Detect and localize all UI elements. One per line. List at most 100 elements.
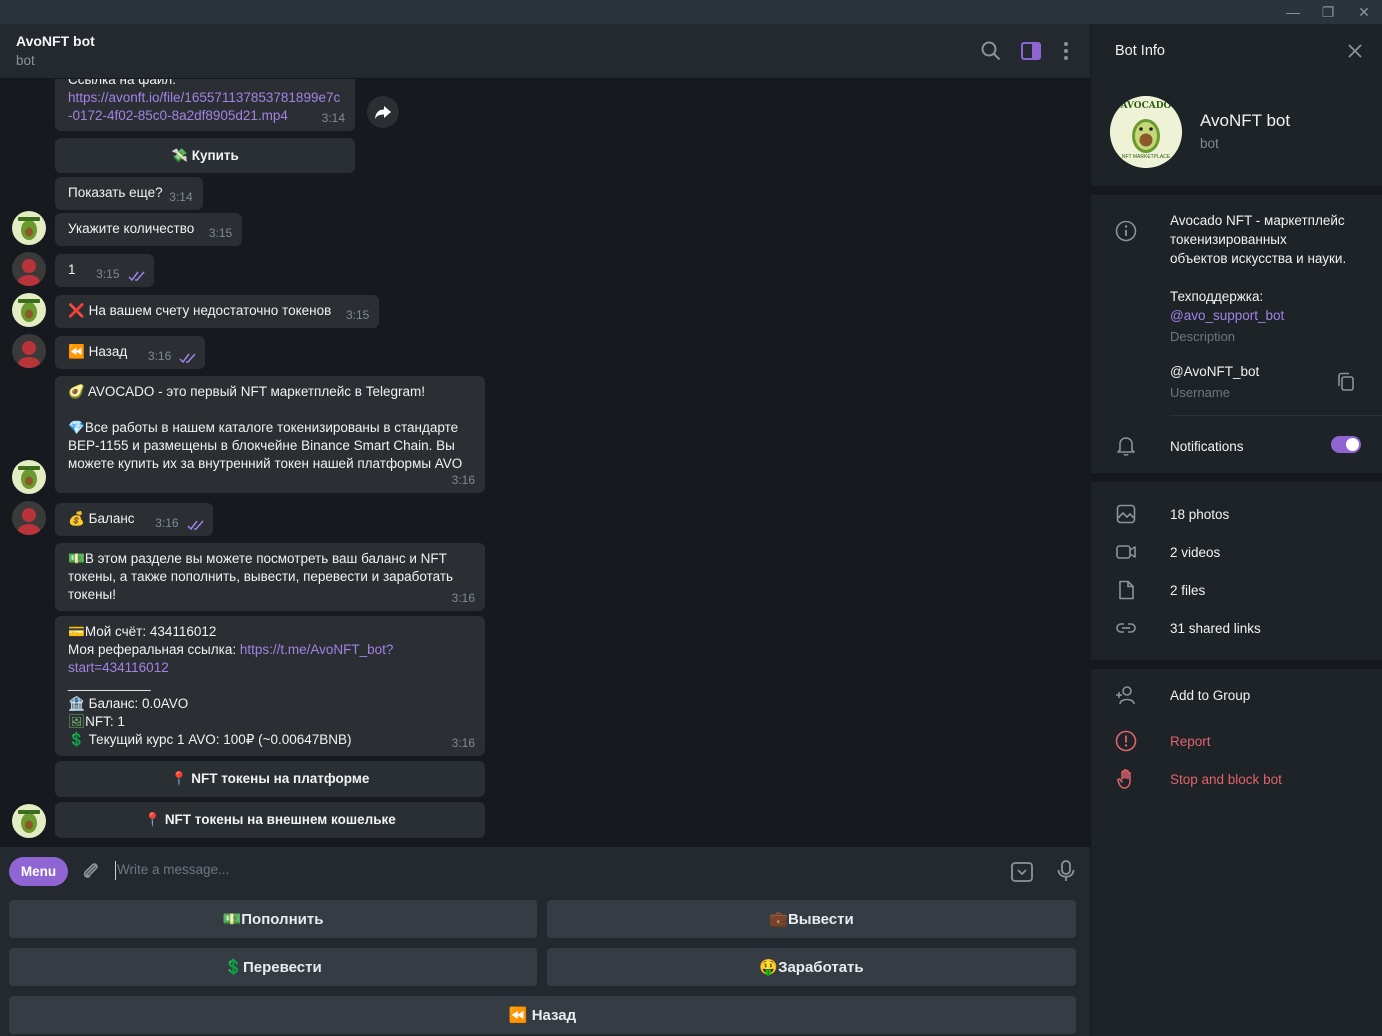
bot-avatar[interactable]	[12, 211, 46, 245]
show-more-message: Показать еще? 3:14	[55, 177, 203, 210]
message-text: можете купить их за внутренний токен наш…	[68, 456, 463, 471]
user-photo-icon	[12, 252, 46, 286]
user-avatar[interactable]	[12, 252, 46, 286]
add-to-group-button[interactable]: Add to Group	[1170, 686, 1250, 705]
double-check-icon	[127, 271, 145, 282]
forward-button[interactable]	[367, 96, 399, 128]
deposit-button[interactable]: 💵Пополнить	[9, 900, 537, 938]
description-line: объектов искусства и науки.	[1170, 251, 1347, 266]
nft-platform-button[interactable]: 📍 NFT токены на платформе	[55, 761, 485, 797]
notifications-toggle[interactable]	[1331, 436, 1361, 453]
message-text: Все работы в нашем каталоге токенизирова…	[84, 420, 459, 435]
bot-avatar[interactable]	[12, 293, 46, 327]
file-icon	[1119, 580, 1134, 600]
bot-keyboard-toggle-icon[interactable]	[1010, 860, 1034, 884]
message-text: токены, а также пополнить, вывести, пере…	[68, 569, 454, 584]
info-icon	[1115, 220, 1137, 242]
message-text: Моя реферальная ссылка:	[68, 642, 240, 657]
nft-external-wallet-button[interactable]: 📍 NFT токены на внешнем кошельке	[55, 802, 485, 838]
message-text: Показать еще?	[68, 185, 163, 200]
bot-avatar[interactable]	[12, 804, 46, 838]
chat-subtitle: bot	[16, 53, 35, 68]
message-text: 1	[68, 262, 76, 277]
earn-button[interactable]: 🤑Заработать	[547, 948, 1076, 986]
double-check-icon	[187, 520, 204, 531]
shared-links-link[interactable]: 31 shared links	[1170, 619, 1261, 638]
microphone-icon[interactable]	[1055, 859, 1077, 883]
message-text: NFT: 1	[85, 714, 125, 729]
share-arrow-icon	[375, 106, 391, 119]
message-time: 3:15	[96, 267, 120, 281]
money-face-icon: 🤑	[759, 958, 779, 976]
button-label: Назад	[531, 1007, 577, 1024]
bell-icon	[1117, 437, 1135, 456]
text-caret	[115, 861, 116, 880]
photos-link[interactable]: 18 photos	[1170, 505, 1229, 524]
report-button[interactable]: Report	[1170, 732, 1211, 751]
button-label: Вывести	[787, 911, 854, 928]
message-list[interactable]: Ссылка на файл: https://avonft.io/file/1…	[0, 79, 1090, 847]
videos-link[interactable]: 2 videos	[1170, 543, 1220, 562]
picture-icon: 🖼	[68, 714, 86, 730]
user-message: 💰 Баланс 3:16	[55, 503, 213, 536]
close-icon[interactable]	[1346, 42, 1364, 60]
support-link[interactable]: @avo_support_bot	[1170, 306, 1346, 325]
attach-icon[interactable]	[80, 860, 102, 882]
cross-mark-icon: ❌	[68, 303, 85, 319]
restore-button[interactable]: ❐	[1310, 0, 1346, 24]
stop-hand-icon	[1117, 769, 1131, 789]
message-time: 3:14	[169, 190, 193, 204]
message-time: 3:16	[451, 736, 475, 750]
transfer-button[interactable]: 💲Перевести	[9, 948, 537, 986]
message-text: Баланс: 0.0AVO	[88, 696, 189, 711]
withdraw-button[interactable]: 💼Вывести	[547, 900, 1076, 938]
buy-label: Купить	[191, 148, 239, 163]
back-button[interactable]: ⏪ Назад	[9, 996, 1076, 1034]
avocado-logo-icon	[18, 810, 40, 833]
user-avatar[interactable]	[12, 501, 46, 535]
double-check-icon	[179, 353, 196, 364]
message-text: BEP-1155 и размещены в блокчейне Binance…	[68, 438, 455, 453]
bot-username[interactable]: @AvoNFT_bot	[1170, 362, 1259, 381]
close-window-button[interactable]: ✕	[1346, 0, 1382, 24]
section-divider	[1091, 473, 1382, 482]
bot-info-panel: Bot Info AVOCADO NFT MARKETPLACE AvoNFT …	[1090, 24, 1382, 1036]
chat-title[interactable]: AvoNFT bot	[16, 33, 95, 49]
referral-link[interactable]: https://t.me/AvoNFT_bot?	[240, 642, 394, 657]
minimize-button[interactable]: —	[1275, 0, 1311, 24]
buy-button[interactable]: 💸 Купить	[55, 138, 355, 173]
message-input[interactable]: Write a message...	[117, 862, 229, 877]
file-link-cont[interactable]: -0172-4f02-85c0-8a2df8905d21.mp4	[68, 107, 342, 125]
thin-divider	[1170, 415, 1382, 416]
message-text: Текущий курс 1 AVO: 100₽ (~0.00647BNB)	[88, 732, 352, 747]
message-time: 3:16	[147, 349, 172, 363]
window-titlebar: — ❐ ✕	[0, 0, 1382, 24]
avocado-logo-icon	[18, 299, 40, 322]
files-link[interactable]: 2 files	[1170, 581, 1205, 600]
stop-block-bot-button[interactable]: Stop and block bot	[1170, 770, 1282, 789]
user-photo-icon	[12, 501, 46, 535]
referral-link-cont[interactable]: start=434116012	[68, 659, 472, 677]
bot-description: Avocado NFT - маркетплейс токенизированн…	[1170, 211, 1346, 325]
rewind-icon: ⏪	[508, 1006, 528, 1024]
bot-profile-avatar[interactable]: AVOCADO NFT MARKETPLACE	[1110, 96, 1182, 168]
message-text: На вашем счету недостаточно токенов	[88, 303, 332, 318]
description-caption: Description	[1170, 329, 1236, 344]
copy-icon[interactable]	[1335, 371, 1357, 393]
username-caption: Username	[1170, 385, 1230, 400]
file-link-message: Ссылка на файл: https://avonft.io/file/1…	[55, 79, 355, 131]
section-divider	[1091, 186, 1382, 195]
sidebar-toggle-icon[interactable]	[1020, 40, 1042, 62]
message-time: 3:16	[451, 591, 475, 605]
more-options-icon[interactable]	[1055, 40, 1077, 62]
user-avatar[interactable]	[12, 334, 46, 368]
search-icon[interactable]	[980, 40, 1002, 62]
briefcase-icon: 💼	[769, 910, 788, 928]
bot-type: bot	[1200, 136, 1219, 151]
button-label: Перевести	[242, 959, 322, 976]
bot-avatar[interactable]	[12, 460, 46, 494]
logo-text: AVOCADO	[1120, 101, 1172, 111]
file-link[interactable]: https://avonft.io/file/16557113785378189…	[68, 89, 342, 107]
message-time: 3:15	[208, 226, 233, 240]
menu-button[interactable]: Menu	[9, 857, 68, 886]
